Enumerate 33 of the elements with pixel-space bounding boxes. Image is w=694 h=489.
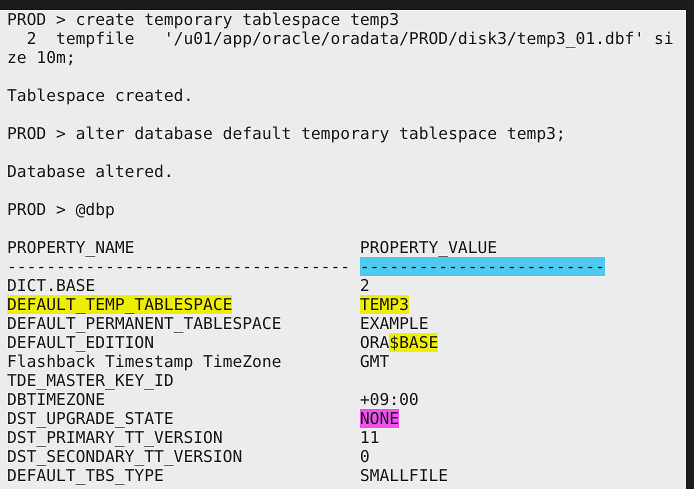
output-text: DEFAULT_PERMANENT_TABLESPACE: [7, 314, 282, 333]
separator-dashes: -------------------------: [360, 257, 605, 276]
output-text: DST_UPGRADE_STATE: [7, 409, 174, 428]
highlighted-text: TEMP3: [360, 295, 409, 314]
terminal-line: PROD > create temporary tablespace temp3: [7, 10, 400, 29]
highlighted-text: DEFAULT_TEMP_TABLESPACE: [7, 295, 232, 314]
output-text: DST_SECONDARY_TT_VERSION: [7, 447, 242, 466]
output-text: ORA: [360, 333, 390, 352]
output-text: TDE_MASTER_KEY_ID: [7, 371, 174, 390]
terminal-line: Tablespace created.: [7, 86, 194, 105]
column-header: PROPERTY_VALUE: [360, 238, 498, 257]
output-text: DEFAULT_TBS_TYPE: [7, 466, 164, 485]
terminal-line: PROD > alter database default temporary tablespace temp3;: [7, 124, 566, 143]
output-text: DST_PRIMARY_TT_VERSION: [7, 428, 223, 447]
output-text: DBTIMEZONE: [7, 390, 106, 409]
column-header: PROPERTY_NAME: [7, 238, 134, 257]
output-text: EXAMPLE: [360, 314, 428, 333]
output-text: DICT.BASE: [7, 276, 96, 295]
terminal-line: ze 10m;: [7, 48, 76, 67]
output-text: 0: [360, 447, 370, 466]
separator-dashes: -----------------------------------: [7, 257, 350, 276]
highlighted-text: NONE: [360, 409, 400, 428]
output-text: 11: [360, 428, 380, 447]
highlighted-text: $BASE: [389, 333, 438, 352]
output-text: Flashback Timestamp TimeZone: [7, 352, 282, 371]
output-text: GMT: [360, 352, 390, 371]
output-text: 2: [360, 276, 370, 295]
terminal-line: 2 tempfile '/u01/app/oracle/oradata/PROD/disk3/temp3_01.dbf' si: [26, 29, 674, 48]
terminal-line: Database altered.: [7, 162, 174, 181]
output-text: +09:00: [360, 390, 419, 409]
output-text: DEFAULT_EDITION: [7, 333, 154, 352]
terminal-line: PROD > @dbp: [7, 200, 115, 219]
output-text: SMALLFILE: [360, 466, 448, 485]
